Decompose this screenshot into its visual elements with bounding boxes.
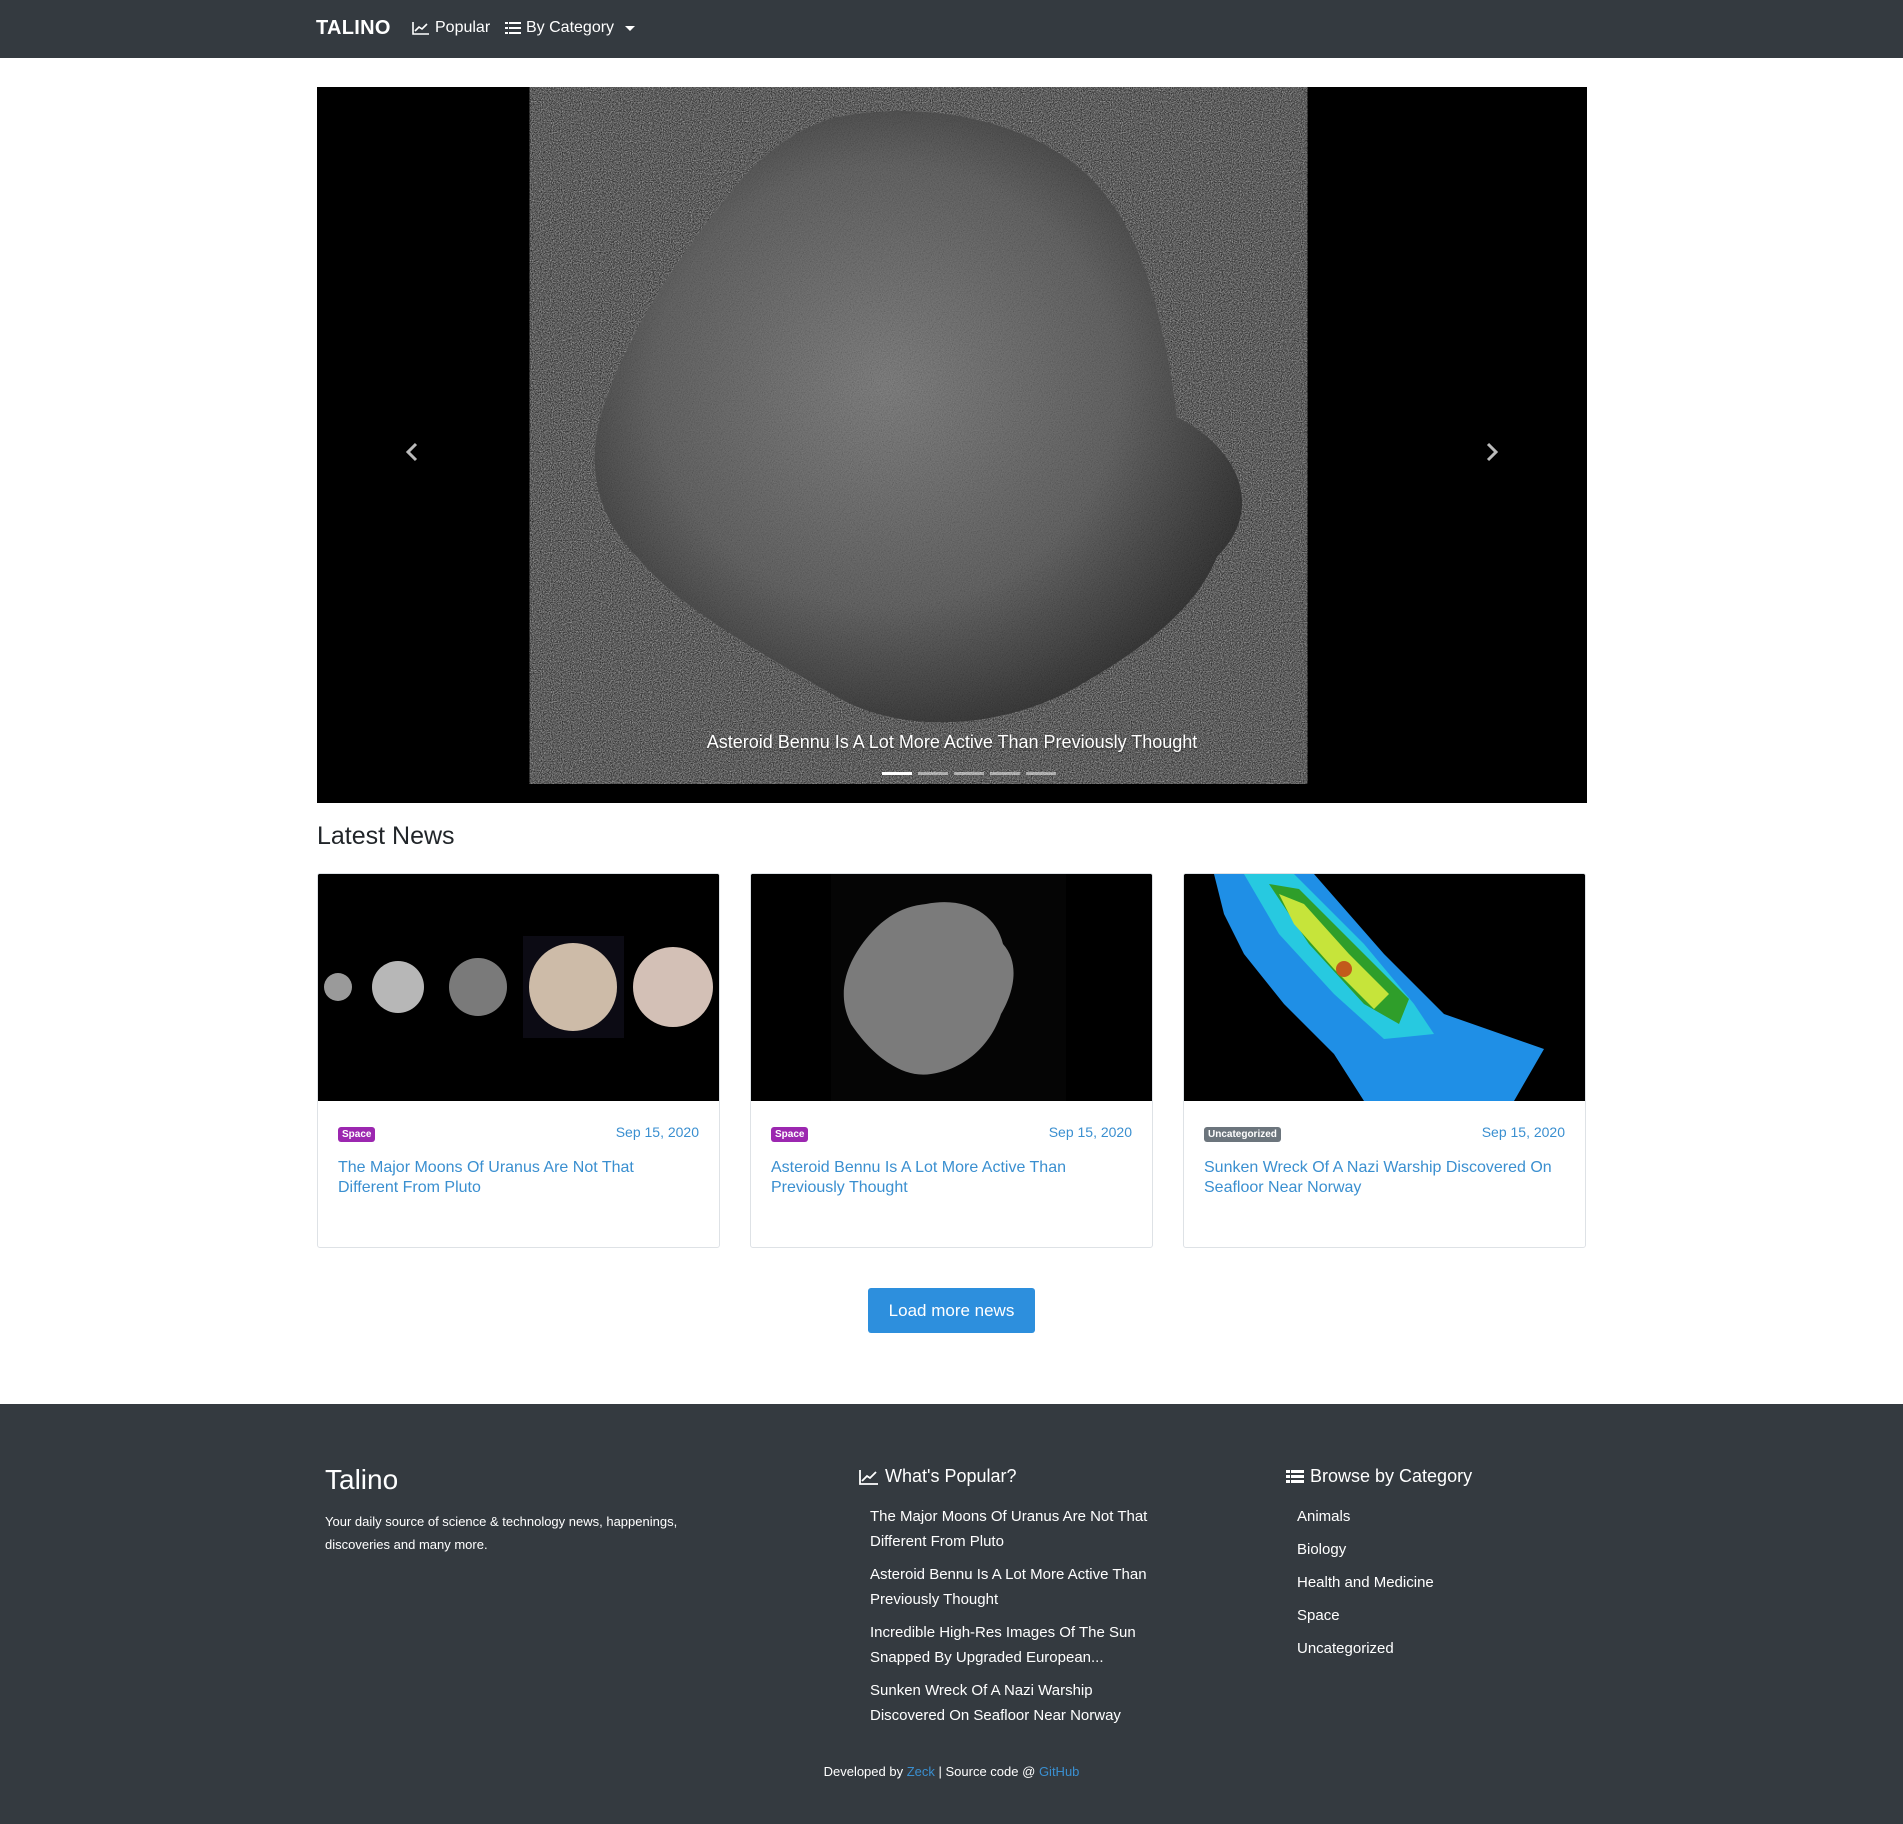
nav-category-label: By Category [526, 19, 615, 36]
footer-credit: Developed by Zeck | Source code @ GitHub [0, 1764, 1903, 1779]
asteroid-thumb-image [751, 874, 1152, 1101]
carousel-indicator[interactable] [990, 772, 1020, 775]
caret-down-icon [625, 25, 636, 31]
credit-middle: | Source code @ [938, 1764, 1036, 1779]
chart-line-icon [412, 22, 429, 35]
category-badge[interactable]: Space [338, 1127, 376, 1142]
footer-popular-link[interactable]: Sunken Wreck Of A Nazi Warship Discovere… [870, 1678, 1160, 1728]
news-card[interactable]: Space Sep 15, 2020 The Major Moons Of Ur… [317, 873, 720, 1248]
footer-category-link[interactable]: Animals [1297, 1504, 1434, 1529]
carousel-indicator[interactable] [918, 772, 948, 775]
footer-description: Your daily source of science & technolog… [325, 1514, 678, 1552]
hero-carousel: Asteroid Bennu Is A Lot More Active Than… [317, 87, 1587, 803]
card-title-link[interactable]: Asteroid Bennu Is A Lot More Active Than… [771, 1158, 1131, 1198]
footer-popular-heading: What's Popular? [859, 1466, 1017, 1487]
news-card[interactable]: Space Sep 15, 2020 Asteroid Bennu Is A L… [750, 873, 1153, 1248]
carousel-caption: Asteroid Bennu Is A Lot More Active Than… [706, 732, 1198, 752]
footer-popular-link[interactable]: Incredible High-Res Images Of The Sun Sn… [870, 1620, 1160, 1670]
github-link[interactable]: GitHub [1039, 1764, 1079, 1779]
asteroid-image [317, 87, 1587, 803]
load-more-button[interactable]: Load more news [868, 1288, 1035, 1333]
footer-category-list: Animals Biology Health and Medicine Spac… [1297, 1504, 1434, 1669]
footer-category-link[interactable]: Health and Medicine [1297, 1570, 1434, 1595]
card-date: Sep 15, 2020 [1481, 1124, 1565, 1140]
nav-category-dropdown[interactable]: By Category [505, 19, 636, 37]
card-title-link[interactable]: Sunken Wreck Of A Nazi Warship Discovere… [1204, 1158, 1564, 1198]
footer-popular-list: The Major Moons Of Uranus Are Not That D… [870, 1504, 1160, 1736]
list-icon [505, 22, 521, 34]
category-badge[interactable]: Uncategorized [1204, 1127, 1281, 1142]
author-link[interactable]: Zeck [907, 1764, 935, 1779]
footer-brand: Talino [325, 1464, 399, 1495]
card-image-asteroid-bennu[interactable] [751, 874, 1152, 1101]
news-cards: Space Sep 15, 2020 The Major Moons Of Ur… [317, 873, 1587, 1248]
nav-popular-label: Popular [435, 19, 491, 36]
footer-popular-link[interactable]: The Major Moons Of Uranus Are Not That D… [870, 1504, 1160, 1554]
carousel-indicator[interactable] [1026, 772, 1056, 775]
card-date: Sep 15, 2020 [1048, 1124, 1132, 1140]
nav-popular[interactable]: Popular [412, 19, 490, 37]
shipwreck-sonar-image [1184, 874, 1585, 1101]
card-image-sonar-shipwreck[interactable] [1184, 874, 1585, 1101]
carousel-indicator[interactable] [954, 772, 984, 775]
footer-popular-title: What's Popular? [885, 1466, 1017, 1486]
latest-news-heading: Latest News [317, 822, 455, 850]
card-date: Sep 15, 2020 [615, 1124, 699, 1140]
top-navbar: TALINO Popular By Category [0, 0, 1903, 58]
footer-category-heading: Browse by Category [1286, 1466, 1472, 1487]
credit-prefix: Developed by [823, 1764, 904, 1779]
footer-category-title: Browse by Category [1310, 1466, 1473, 1486]
carousel-indicator[interactable] [882, 772, 912, 775]
carousel-prev-button[interactable] [392, 432, 432, 472]
chevron-left-icon [405, 442, 418, 462]
footer-popular-link[interactable]: Asteroid Bennu Is A Lot More Active Than… [870, 1562, 1160, 1612]
news-card[interactable]: Uncategorized Sep 15, 2020 Sunken Wreck … [1183, 873, 1586, 1248]
card-image-uranus-moons[interactable] [318, 874, 719, 1101]
chart-line-icon [859, 1469, 878, 1485]
footer-category-link[interactable]: Uncategorized [1297, 1636, 1434, 1661]
footer-category-link[interactable]: Biology [1297, 1537, 1434, 1562]
carousel-next-button[interactable] [1472, 432, 1512, 472]
moons-image [318, 874, 719, 1101]
list-icon [1286, 1469, 1304, 1483]
card-title-link[interactable]: The Major Moons Of Uranus Are Not That D… [338, 1158, 698, 1198]
site-footer: Talino Your daily source of science & te… [0, 1404, 1903, 1824]
category-badge[interactable]: Space [771, 1127, 809, 1142]
carousel-indicators [882, 772, 1056, 775]
chevron-right-icon [1486, 442, 1499, 462]
brand-logo[interactable]: TALINO [316, 17, 391, 40]
footer-category-link[interactable]: Space [1297, 1603, 1434, 1628]
